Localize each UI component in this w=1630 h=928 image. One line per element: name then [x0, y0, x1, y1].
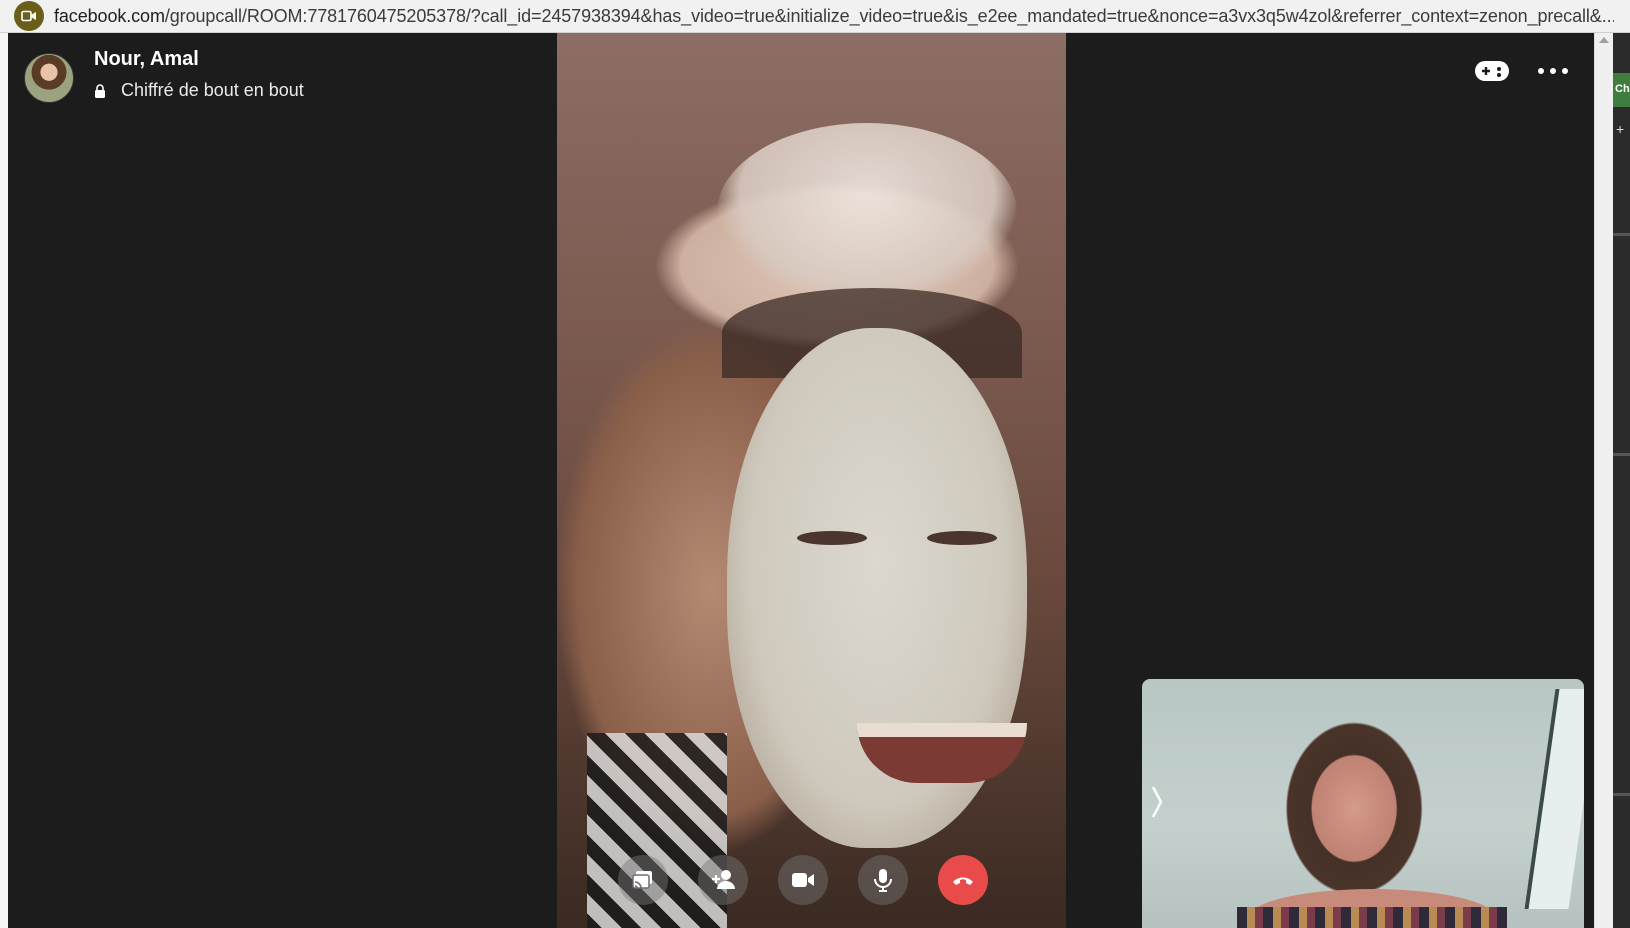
divider: [1613, 793, 1630, 796]
caller-name: Nour, Amal: [94, 48, 199, 70]
lock-icon: [95, 84, 105, 98]
remote-participant-video: [557, 33, 1066, 928]
video-detail: [1524, 689, 1584, 909]
video-detail: [1237, 907, 1507, 928]
share-screen-button[interactable]: [618, 855, 668, 905]
add-person-button[interactable]: [698, 855, 748, 905]
video-detail: [927, 531, 997, 545]
scrollbar[interactable]: [1594, 33, 1613, 928]
microphone-icon: [874, 869, 892, 892]
dot: [1562, 68, 1568, 74]
divider: [1613, 453, 1630, 456]
end-call-button[interactable]: [938, 855, 988, 905]
add-person-icon: [712, 870, 735, 889]
video-camera-icon: [792, 873, 814, 887]
video-detail: [797, 531, 867, 545]
plus-icon: +: [1616, 121, 1625, 137]
scroll-up-arrow-icon[interactable]: [1599, 37, 1609, 43]
dot: [1550, 68, 1556, 74]
video-call-site-icon: [14, 1, 44, 31]
dot: [1538, 68, 1544, 74]
window-left-edge: [0, 33, 8, 928]
camera-button[interactable]: [778, 855, 828, 905]
divider: [1613, 233, 1630, 236]
call-controls: [618, 855, 988, 905]
background-tab: Ch: [1613, 73, 1630, 107]
url-path: /groupcall/ROOM:7781760475205378/?call_i…: [164, 5, 1614, 26]
share-screen-icon: [632, 871, 652, 889]
video-detail: [717, 123, 1017, 303]
background-app-sliver: Ch +: [1613, 33, 1630, 928]
game-controller-icon[interactable]: [1475, 60, 1509, 82]
encryption-status: Chiffré de bout en bout: [121, 80, 304, 100]
self-view-video[interactable]: [1142, 679, 1584, 928]
hang-up-icon: [953, 877, 973, 885]
caller-avatar[interactable]: [24, 53, 74, 103]
url-host: facebook.com: [54, 5, 165, 26]
url-text[interactable]: facebook.com/groupcall/ROOM:778176047520…: [54, 6, 1614, 27]
microphone-button[interactable]: [858, 855, 908, 905]
address-bar[interactable]: facebook.com/groupcall/ROOM:778176047520…: [0, 0, 1630, 33]
more-options-icon[interactable]: [1538, 62, 1568, 80]
collapse-self-view-icon[interactable]: [1150, 785, 1164, 819]
